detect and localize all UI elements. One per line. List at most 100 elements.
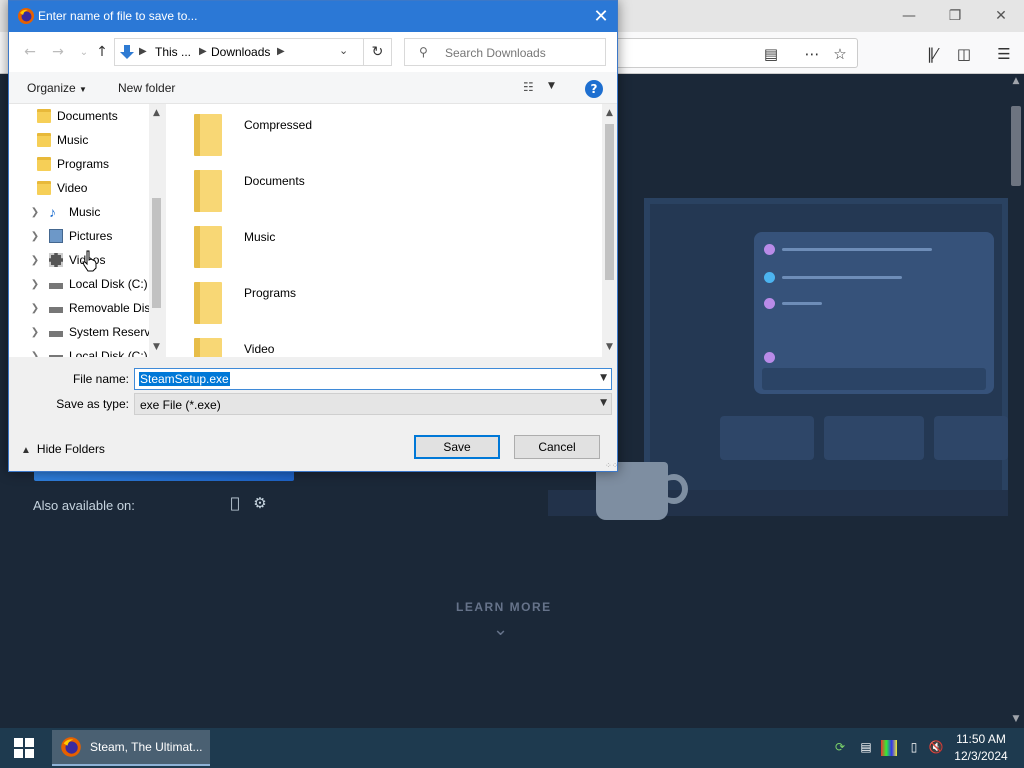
steam-icon[interactable]: ⚙ xyxy=(251,494,269,512)
expand-chevron-icon[interactable]: ❯ xyxy=(29,231,41,242)
tree-item-local-disk-2[interactable]: ❯ Local Disk (C:) xyxy=(29,344,164,357)
list-item-compressed[interactable]: Compressed xyxy=(190,114,590,164)
network-icon[interactable]: ▤ xyxy=(858,740,874,756)
sidebar-icon[interactable]: ◫ xyxy=(950,40,978,68)
menu-icon[interactable]: ☰ xyxy=(990,40,1018,68)
music-icon: ♪ xyxy=(49,204,56,220)
save-type-label: Save as type: xyxy=(56,397,129,411)
tree-item-removable-disk[interactable]: ❯ Removable Dis xyxy=(29,296,164,320)
tree-item-music[interactable]: ❯ ♪ Music xyxy=(29,200,164,224)
folder-icon xyxy=(194,114,222,156)
clock[interactable]: 11:50 AM 12/3/2024 xyxy=(948,731,1014,765)
file-name-dropdown-icon[interactable]: ▼ xyxy=(600,373,607,383)
hide-folders-button[interactable]: ▲ Hide Folders xyxy=(21,442,105,456)
expand-chevron-icon[interactable]: ❯ xyxy=(29,279,41,290)
reader-view-icon[interactable]: ▤ xyxy=(757,40,785,68)
expand-chevron-icon[interactable]: ❯ xyxy=(29,303,41,314)
folder-icon xyxy=(194,170,222,212)
chevron-down-icon[interactable]: ⌄ xyxy=(493,619,508,640)
back-arrow-icon[interactable]: ← xyxy=(19,42,41,62)
file-list-scrollbar[interactable]: ▲ ▼ xyxy=(602,104,617,357)
tree-item-programs[interactable]: Programs xyxy=(37,152,164,176)
file-list: Compressed Documents Music Programs Vide… xyxy=(165,104,602,357)
page-actions-icon[interactable]: ⋯ xyxy=(798,40,826,68)
network-sync-icon[interactable]: ⟳ xyxy=(832,740,848,756)
start-button[interactable] xyxy=(0,728,48,768)
breadcrumb-downloads[interactable]: Downloads xyxy=(211,45,270,59)
volume-muted-icon[interactable]: 🔇 xyxy=(928,740,944,756)
breadcrumb-this-pc[interactable]: This ... xyxy=(155,45,191,59)
address-dropdown-icon[interactable]: ⌄ xyxy=(339,44,353,57)
save-type-dropdown-icon[interactable]: ▼ xyxy=(600,398,607,408)
new-folder-button[interactable]: New folder xyxy=(118,81,175,95)
tree-item-pictures[interactable]: ❯ Pictures xyxy=(29,224,164,248)
display-icon[interactable] xyxy=(881,740,897,756)
tree-item-local-disk[interactable]: ❯ Local Disk (C:) xyxy=(29,272,164,296)
save-type-select[interactable]: exe File (*.exe) ▼ xyxy=(134,393,612,415)
help-icon[interactable]: ? xyxy=(585,80,603,98)
tree-item-system-reserved[interactable]: ❯ System Reserve xyxy=(29,320,164,344)
organize-button[interactable]: Organize ▼ xyxy=(27,81,87,95)
refresh-icon[interactable]: ↻ xyxy=(364,38,392,66)
tree-item-documents[interactable]: Documents xyxy=(37,104,164,128)
list-item-programs[interactable]: Programs xyxy=(190,282,590,332)
up-arrow-icon[interactable]: ↑ xyxy=(91,42,113,62)
list-item-video[interactable]: Video xyxy=(190,338,590,357)
restore-button[interactable]: ❐ xyxy=(932,0,978,32)
search-box[interactable]: ⚲ Search Downloads xyxy=(404,38,606,66)
view-options-icon[interactable]: ☷ xyxy=(523,80,534,94)
save-button[interactable]: Save xyxy=(414,435,500,459)
learn-more-link[interactable]: LEARN MORE xyxy=(456,600,552,614)
expand-chevron-icon[interactable]: ❯ xyxy=(29,351,41,358)
navigation-bar: ← → ⌄ ↑ ▶ This ... ▶ Downloads ▶ ⌄ ↻ ⚲ S… xyxy=(9,32,617,72)
drive-icon xyxy=(49,331,63,337)
search-placeholder: Search Downloads xyxy=(445,46,546,60)
file-name-value[interactable]: SteamSetup.exe xyxy=(139,372,230,386)
folder-tree: Documents Music Programs Video ❯ ♪ Music ❯… xyxy=(9,104,164,357)
usb-icon[interactable]: ▯ xyxy=(906,740,922,756)
install-steam-button[interactable] xyxy=(34,472,294,481)
command-bar: Organize ▼ New folder ☷ ▼ ? xyxy=(9,72,617,104)
clock-time: 11:50 AM xyxy=(956,732,1006,746)
expand-chevron-icon[interactable]: ❯ xyxy=(29,327,41,338)
dialog-titlebar[interactable]: Enter name of file to save to... ✕ xyxy=(9,1,617,32)
view-dropdown-icon[interactable]: ▼ xyxy=(548,81,555,91)
folder-icon xyxy=(37,157,51,171)
dialog-close-button[interactable]: ✕ xyxy=(585,1,617,32)
resize-grip-icon[interactable]: ⁘⁘ xyxy=(605,461,618,470)
minimize-button[interactable]: — xyxy=(886,0,932,32)
page-scrollbar[interactable]: ▲ ▼ xyxy=(1008,74,1024,728)
taskbar: Steam, The Ultimat... ⟳ ▤ ▯ 🔇 11:50 AM 1… xyxy=(0,728,1024,768)
folder-icon xyxy=(37,109,51,123)
tree-item-video[interactable]: Video xyxy=(37,176,164,200)
windows-logo-icon xyxy=(14,738,34,758)
cancel-button[interactable]: Cancel xyxy=(514,435,600,459)
forward-arrow-icon[interactable]: → xyxy=(47,42,69,62)
folder-icon xyxy=(194,226,222,268)
file-name-input[interactable]: SteamSetup.exe ▼ xyxy=(134,368,612,390)
taskbar-firefox-button[interactable]: Steam, The Ultimat... xyxy=(52,730,210,766)
also-available-label: Also available on: xyxy=(33,498,135,513)
library-icon[interactable]: ‖⁄ xyxy=(918,40,946,68)
expand-chevron-icon[interactable]: ❯ xyxy=(29,207,41,218)
tree-item-music-folder[interactable]: Music xyxy=(37,128,164,152)
videos-icon xyxy=(49,253,63,267)
drive-icon xyxy=(49,283,63,289)
browser-close-button[interactable]: ✕ xyxy=(978,0,1024,32)
chevron-up-icon: ▲ xyxy=(21,445,31,456)
address-bar[interactable]: ▶ This ... ▶ Downloads ▶ ⌄ xyxy=(114,38,364,66)
chat-window-illustration xyxy=(754,232,994,394)
bookmark-star-icon[interactable]: ☆ xyxy=(826,40,854,68)
tree-scrollbar[interactable]: ▲ ▼ xyxy=(149,104,164,357)
firefox-icon xyxy=(61,737,81,757)
folder-icon xyxy=(37,133,51,147)
list-item-music[interactable]: Music xyxy=(190,226,590,276)
list-item-documents[interactable]: Documents xyxy=(190,170,590,220)
hand-cursor-icon xyxy=(82,250,97,272)
file-name-label: File name: xyxy=(72,372,129,386)
search-icon: ⚲ xyxy=(419,45,428,59)
apple-icon[interactable]:  xyxy=(226,494,244,512)
folder-icon xyxy=(194,338,222,357)
expand-chevron-icon[interactable]: ❯ xyxy=(29,255,41,266)
clock-date: 12/3/2024 xyxy=(954,749,1008,763)
